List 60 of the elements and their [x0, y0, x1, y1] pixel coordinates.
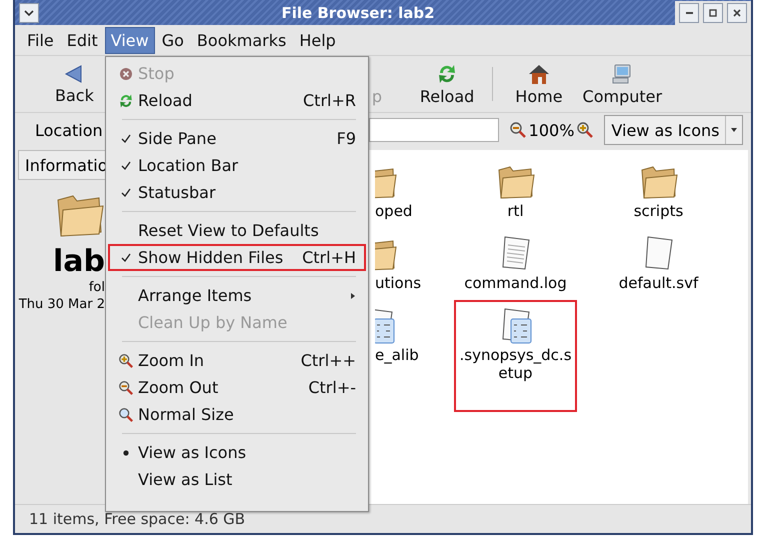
directory-entry[interactable]: command.log [444, 228, 587, 298]
menu-item[interactable]: Show Hidden Files Ctrl+H [108, 244, 366, 271]
toolbar-button[interactable]: Home [507, 62, 571, 106]
radio-dot-icon [122, 448, 130, 456]
menu-bar-item[interactable]: Edit [60, 26, 104, 54]
window-title: File Browser: lab2 [280, 4, 436, 22]
menu-bar-item[interactable]: View [104, 26, 155, 54]
folder-type: fol [88, 280, 105, 295]
directory-entry[interactable]: .synopsys_dc.setup [454, 300, 577, 412]
view-mode-dropdown[interactable]: View as Icons [604, 115, 744, 145]
folder-date: Thu 30 Mar 2 [18, 297, 105, 312]
zoom-out-icon [118, 380, 134, 396]
menu-item[interactable]: Statusbar [108, 179, 366, 206]
zoom-in-icon[interactable] [576, 121, 594, 139]
menu-bar-item[interactable]: Go [156, 26, 190, 54]
menu-item[interactable]: Arrange Items [108, 282, 366, 309]
minimize-button[interactable] [679, 2, 699, 22]
close-button[interactable] [727, 2, 747, 22]
toolbar-button[interactable]: Back [47, 64, 102, 104]
folder-name: lab [52, 244, 105, 280]
directory-entry[interactable]: scripts [587, 156, 730, 226]
stop-icon [118, 66, 134, 82]
menu-item[interactable]: Reload Ctrl+R [108, 87, 366, 114]
maximize-button[interactable] [703, 2, 723, 22]
chevron-down-icon [24, 8, 34, 16]
minimize-icon [686, 12, 692, 14]
folder-icon [640, 164, 678, 200]
menu-bar-item[interactable]: File [21, 26, 60, 54]
reload-icon [118, 92, 134, 108]
window-menu-button[interactable] [19, 2, 39, 22]
house-icon [526, 62, 551, 84]
directory-entry[interactable]: rtl [444, 156, 587, 226]
toolbar-button[interactable]: Computer [574, 62, 670, 106]
menu-item[interactable]: Zoom In Ctrl++ [108, 347, 366, 374]
location-label: Location [35, 120, 103, 140]
checkmark-icon [121, 252, 131, 262]
location-field[interactable] [368, 118, 499, 142]
zoom-in-icon [118, 352, 134, 368]
close-icon [732, 8, 742, 18]
checkmark-icon [121, 188, 131, 198]
checkmark-icon [121, 160, 131, 170]
menu-bar-item[interactable]: Help [293, 26, 342, 54]
folder-icon [496, 164, 534, 200]
menu-item[interactable]: Side Pane F9 [108, 125, 366, 152]
magnifier-icon [118, 406, 134, 422]
menu-item[interactable]: Normal Size [108, 401, 366, 428]
submenu-arrow-icon [350, 292, 356, 300]
zoom-level: 100% [528, 120, 574, 140]
status-text: 11 items, Free space: 4.6 GB [29, 510, 246, 528]
directory-entry[interactable]: default.svf [587, 228, 730, 298]
checkmark-icon [121, 134, 131, 144]
toolbar-button[interactable]: Reload [412, 62, 482, 106]
menu-item[interactable]: Zoom Out Ctrl+- [108, 374, 366, 401]
dropdown-arrow-icon [730, 126, 738, 134]
menu-item[interactable]: View as Icons [108, 439, 366, 466]
menu-item[interactable]: Reset View to Defaults [108, 217, 366, 244]
maximize-icon [708, 8, 718, 18]
menu-item[interactable]: View as List [108, 466, 366, 493]
menu-bar-item[interactable]: Bookmarks [190, 26, 292, 54]
zoom-out-icon[interactable] [508, 121, 527, 139]
